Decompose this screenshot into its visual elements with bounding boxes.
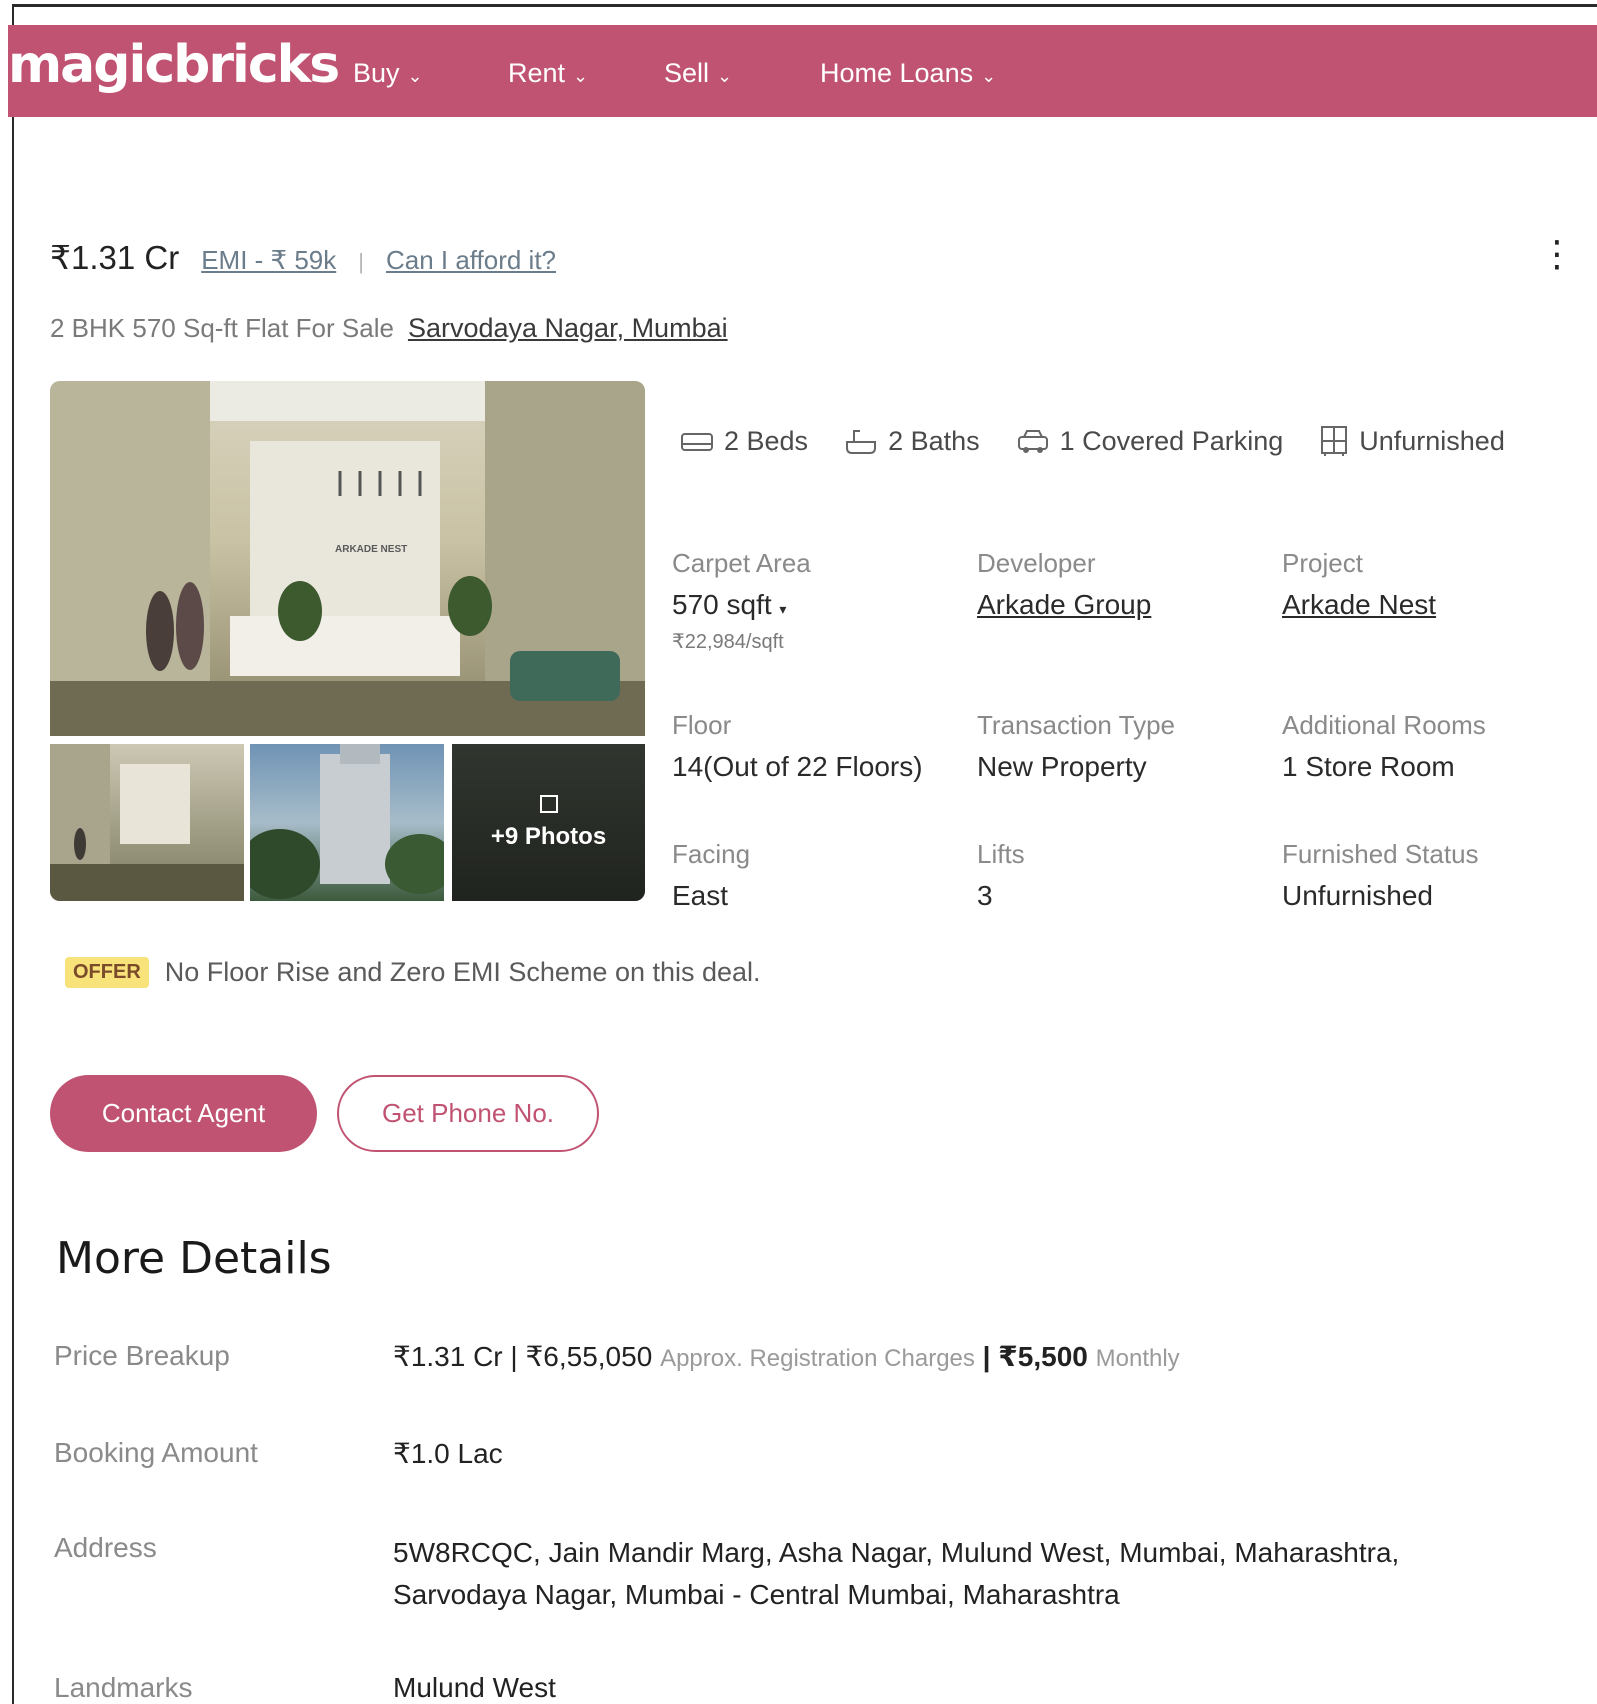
amenities-row: 2 Beds 2 Baths 1 Covered Parking Unfurni… (680, 425, 1505, 457)
price-breakup-price: ₹1.31 Cr | ₹6,55,050 (393, 1341, 653, 1372)
nav-home-loans-label: Home Loans (820, 58, 974, 88)
spec-value: New Property (977, 751, 1147, 782)
spec-value: Unfurnished (1282, 880, 1433, 911)
caret-down-icon[interactable]: ▾ (779, 601, 786, 617)
booking-amount-value: ₹1.0 Lac (393, 1438, 503, 1469)
price-breakup-value: ₹1.31 Cr | ₹6,55,050 Approx. Registratio… (393, 1340, 1180, 1373)
address-value: 5W8RCQC, Jain Mandir Marg, Asha Nagar, M… (393, 1532, 1399, 1616)
amenity-furnishing-label: Unfurnished (1359, 425, 1505, 456)
carpet-area-value: 570 sqft (672, 589, 772, 620)
chevron-down-icon: ⌄ (573, 65, 589, 86)
spec-value: 1 Store Room (1282, 751, 1455, 782)
bed-icon (681, 433, 713, 451)
chevron-down-icon: ⌄ (981, 65, 997, 86)
spec-project: Project Arkade Nest (1282, 548, 1436, 621)
spec-label: Transaction Type (977, 710, 1175, 740)
spec-label: Additional Rooms (1282, 710, 1486, 740)
spec-label: Facing (672, 839, 751, 869)
bath-icon (846, 430, 877, 454)
spec-lifts: Lifts 3 (977, 839, 1025, 912)
thumbnail-more-photos[interactable]: +9 Photos (452, 744, 645, 901)
price-breakup-label: Price Breakup (54, 1340, 230, 1371)
spec-label: Floor (672, 710, 732, 740)
spec-value: 14(Out of 22 Floors) (672, 751, 923, 782)
landmarks-label: Landmarks (54, 1672, 193, 1703)
spec-label: Project (1282, 548, 1363, 578)
price-row: ₹1.31 Cr EMI - ₹ 59k | Can I afford it? (50, 238, 556, 277)
thumbnail-image (250, 744, 444, 899)
more-photos-overlay: +9 Photos (452, 744, 645, 901)
chevron-down-icon: ⌄ (407, 65, 423, 86)
price-per-sqft: ₹22,984/sqft (672, 631, 784, 653)
offer-badge: OFFER (65, 957, 149, 988)
monthly-amount: | ₹5,500 (982, 1341, 1088, 1372)
location-link[interactable]: Sarvodaya Nagar, Mumbai (408, 313, 728, 344)
thumbnail-building[interactable] (250, 744, 444, 901)
separator: | (358, 249, 364, 274)
spec-carpet-area: Carpet Area 570 sqft ▾ ₹22,984/sqft (672, 548, 811, 654)
car-icon (1017, 430, 1048, 453)
photo-icon (539, 794, 558, 813)
amenity-beds-label: 2 Beds (724, 425, 809, 456)
amenity-baths: 2 Baths (844, 426, 980, 457)
nav-sell-label: Sell (664, 58, 710, 88)
brand-sign: ARKADE NEST (335, 544, 408, 555)
spec-additional-rooms: Additional Rooms 1 Store Room (1282, 710, 1486, 783)
thumbnail-lobby[interactable] (50, 744, 244, 901)
lobby-illustration (50, 381, 645, 736)
nav-rent-label: Rent (508, 58, 566, 88)
nav-sell[interactable]: Sell ⌄ (664, 58, 732, 89)
offer-banner: OFFER No Floor Rise and Zero EMI Scheme … (65, 957, 761, 988)
nav-buy-label: Buy (353, 58, 400, 88)
wardrobe-icon (1321, 426, 1348, 456)
project-link[interactable]: Arkade Nest (1282, 589, 1436, 621)
monthly-note: Monthly (1095, 1345, 1180, 1372)
address-line-2: Sarvodaya Nagar, Mumbai - Central Mumbai… (393, 1579, 1120, 1610)
spec-label: Lifts (977, 839, 1025, 869)
amenity-parking-label: 1 Covered Parking (1059, 425, 1284, 456)
listing-price: ₹1.31 Cr (50, 239, 180, 276)
amenity-beds: 2 Beds (680, 426, 808, 457)
spec-value: East (672, 880, 729, 911)
amenity-baths-label: 2 Baths (888, 425, 980, 456)
emi-link[interactable]: EMI - ₹ 59k (201, 245, 336, 276)
spec-floor: Floor 14(Out of 22 Floors) (672, 710, 923, 783)
more-photos-count: +9 Photos (490, 822, 607, 850)
spec-label: Furnished Status (1282, 839, 1479, 869)
nav-home-loans[interactable]: Home Loans ⌄ (820, 58, 996, 89)
spec-facing: Facing East (672, 839, 750, 912)
address-label: Address (54, 1532, 157, 1563)
top-navbar: magicbricks Buy ⌄ Rent ⌄ Sell ⌄ Home Loa… (8, 25, 1597, 117)
afford-link[interactable]: Can I afford it? (386, 245, 556, 276)
amenity-parking: 1 Covered Parking (1016, 425, 1284, 457)
spec-label: Carpet Area (672, 548, 811, 578)
spec-value: 570 sqft ▾ (672, 589, 811, 621)
thumbnail-image (50, 744, 244, 901)
more-details-title: More Details (56, 1233, 332, 1284)
booking-amount-label: Booking Amount (54, 1437, 258, 1468)
get-phone-button[interactable]: Get Phone No. (337, 1075, 599, 1152)
main-photo[interactable]: ARKADE NEST (50, 381, 645, 736)
nav-buy[interactable]: Buy ⌄ (353, 58, 423, 89)
chevron-down-icon: ⌄ (717, 65, 733, 86)
listing-title: 2 BHK 570 Sq-ft Flat For Sale (50, 313, 394, 343)
more-options-icon[interactable]: ⋮ (1539, 236, 1575, 272)
developer-link[interactable]: Arkade Group (977, 589, 1151, 621)
spec-value: 3 (977, 880, 993, 911)
registration-note: Approx. Registration Charges (660, 1345, 975, 1372)
nav-rent[interactable]: Rent ⌄ (508, 58, 588, 89)
spec-developer: Developer Arkade Group (977, 548, 1151, 621)
spec-furnished-status: Furnished Status Unfurnished (1282, 839, 1479, 912)
magicbricks-logo[interactable]: magicbricks (8, 39, 340, 91)
offer-text: No Floor Rise and Zero EMI Scheme on thi… (164, 957, 761, 987)
landmarks-value: Mulund West (393, 1672, 556, 1703)
listing-subtitle: 2 BHK 570 Sq-ft Flat For Sale Sarvodaya … (50, 313, 728, 344)
address-line-1: 5W8RCQC, Jain Mandir Marg, Asha Nagar, M… (393, 1537, 1400, 1568)
contact-agent-button[interactable]: Contact Agent (50, 1075, 317, 1152)
spec-transaction-type: Transaction Type New Property (977, 710, 1175, 783)
amenity-furnishing: Unfurnished (1319, 425, 1505, 457)
spec-label: Developer (977, 548, 1096, 578)
